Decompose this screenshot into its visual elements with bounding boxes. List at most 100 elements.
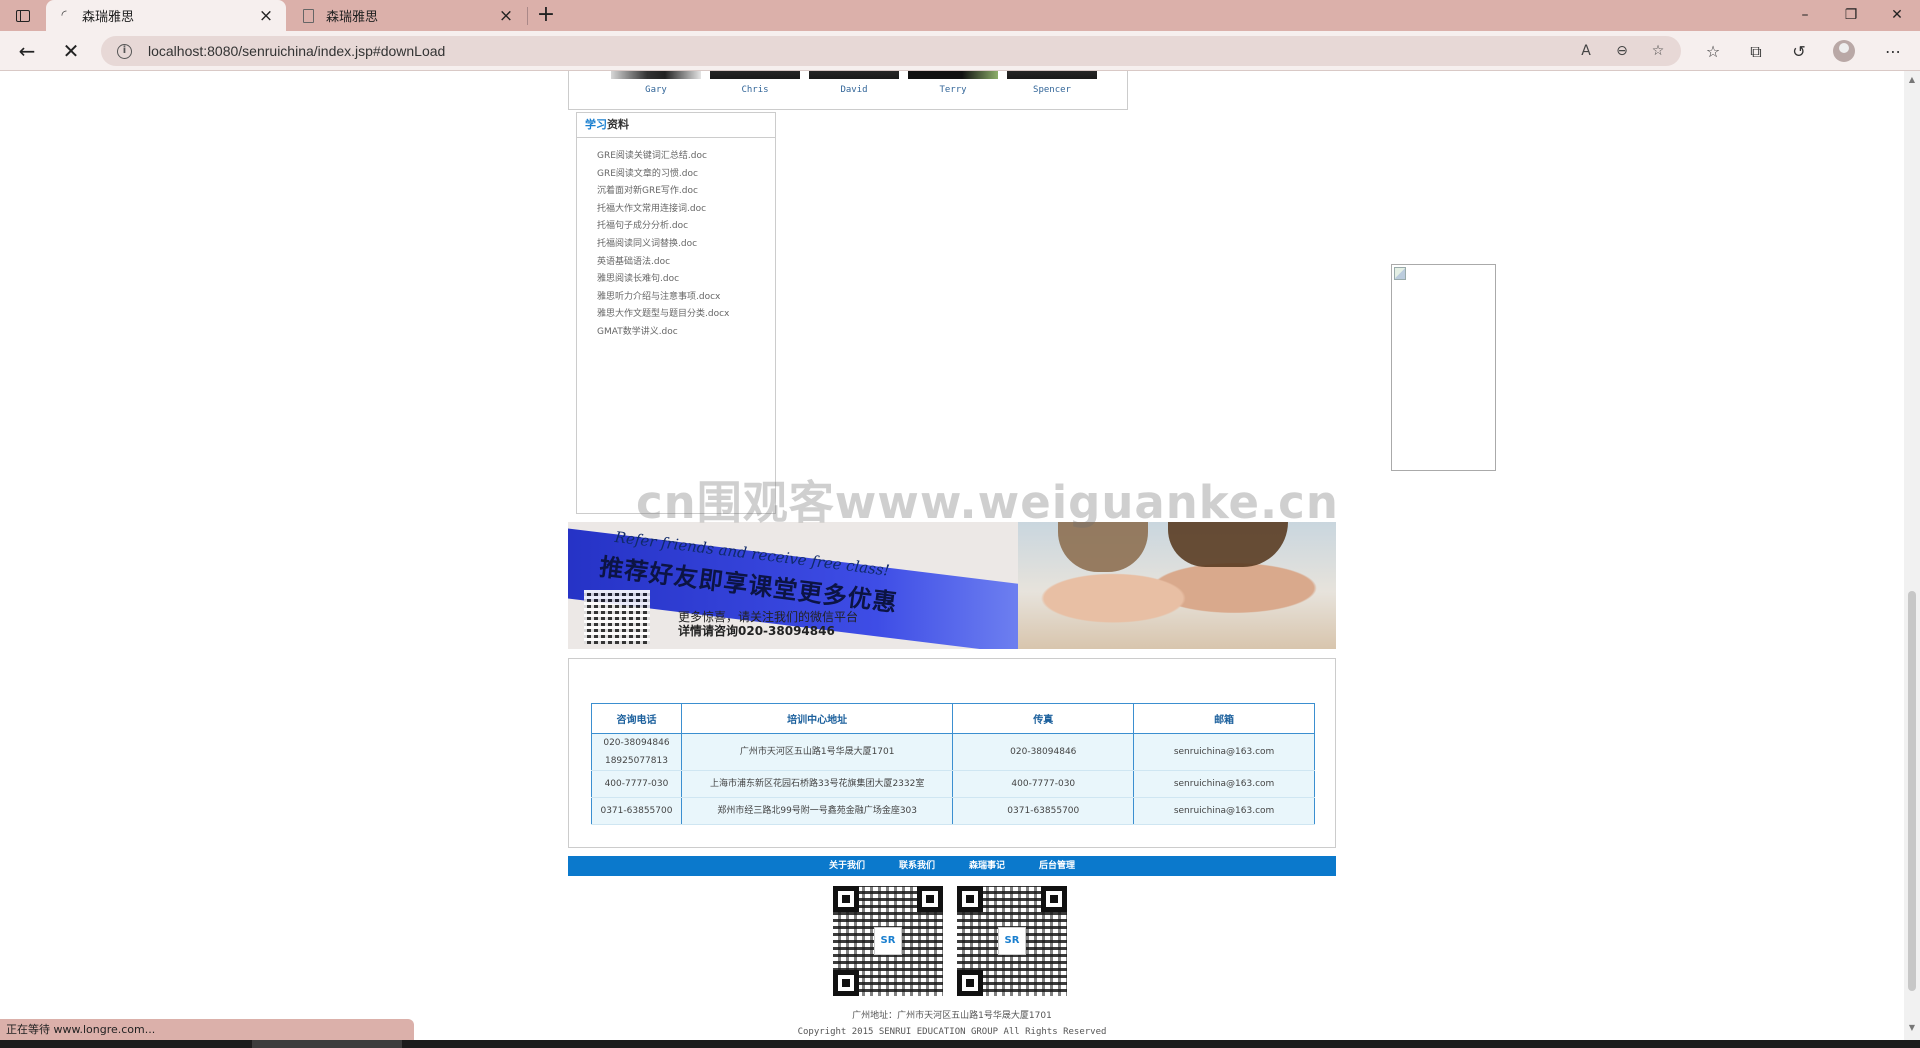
tab-inactive[interactable]: 森瑞雅思 × xyxy=(290,0,526,31)
teacher-name: Terry xyxy=(939,85,967,95)
collections-icon[interactable]: ⧉ xyxy=(1743,39,1769,65)
qr-logo: SR xyxy=(874,927,902,955)
teacher-card[interactable]: Spencer xyxy=(1007,71,1097,95)
table-row: 0371-63855700 郑州市经三路北99号附一号鑫苑金融广场金座303 0… xyxy=(591,797,1315,825)
study-file-link[interactable]: 雅思阅读长难句.doc xyxy=(597,271,775,289)
banner-photo xyxy=(1018,522,1336,649)
table-row: 020-38094846 18925077813 广州市天河区五山路1号华晟大厦… xyxy=(591,733,1315,771)
url-text[interactable]: localhost:8080/senruichina/index.jsp#dow… xyxy=(148,43,445,59)
column-header: 培训中心地址 xyxy=(680,703,954,734)
footer-address: 广州地址：广州市天河区五山路1号华晟大厦1701 xyxy=(852,1011,1052,1021)
teacher-card[interactable]: Gary xyxy=(611,71,701,95)
study-file-link[interactable]: 托福大作文常用连接词.doc xyxy=(597,201,775,219)
tab-active[interactable]: ◜ 森瑞雅思 × xyxy=(46,0,286,31)
study-file-link[interactable]: 雅思听力介绍与注意事项.docx xyxy=(597,289,775,307)
footer-nav: 关于我们 联系我们 森瑞事记 后台管理 xyxy=(568,856,1336,876)
contact-table: 咨询电话 培训中心地址 传真 邮箱 020-38094846 189250778… xyxy=(591,703,1315,825)
teacher-name: Spencer xyxy=(1033,85,1071,95)
tab-divider xyxy=(527,7,528,25)
add-favorite-icon[interactable]: ☆ xyxy=(1647,40,1669,62)
teacher-card[interactable]: David xyxy=(809,71,899,95)
settings-more-icon[interactable]: ⋯ xyxy=(1880,39,1906,65)
column-header: 传真 xyxy=(952,703,1135,734)
wechat-qr-code: SR xyxy=(833,886,943,996)
teacher-photo xyxy=(710,71,800,79)
close-window-button[interactable]: ✕ xyxy=(1874,0,1920,31)
tab-close-button[interactable]: × xyxy=(256,6,276,26)
zoom-out-icon[interactable]: ⊖ xyxy=(1611,40,1633,62)
study-materials-title: 学习资料 xyxy=(577,113,775,138)
back-button[interactable]: ← xyxy=(14,39,40,65)
referral-banner[interactable]: Refer friends and receive free class! 推荐… xyxy=(568,522,1336,649)
wechat-qr-code: SR xyxy=(957,886,1067,996)
footer-copyright: Copyright 2015 SENRUI EDUCATION GROUP Al… xyxy=(797,1027,1107,1037)
watermark-text: cn围观客www.weiguanke.cn xyxy=(636,476,1339,529)
table-cell: senruichina@163.com xyxy=(1133,770,1315,798)
teacher-photo xyxy=(908,71,998,79)
broken-image-placeholder xyxy=(1391,264,1496,471)
study-materials-panel: 学习资料 GRE阅读关键词汇总结.doc GRE阅读文章的习惯.doc 沉着面对… xyxy=(576,112,776,514)
address-toolbar: ← ✕ i localhost:8080/senruichina/index.j… xyxy=(0,31,1920,71)
address-bar[interactable]: i localhost:8080/senruichina/index.jsp#d… xyxy=(101,36,1681,66)
teacher-card[interactable]: Chris xyxy=(710,71,800,95)
column-header: 邮箱 xyxy=(1133,703,1315,734)
table-cell: senruichina@163.com xyxy=(1133,797,1315,825)
study-file-link[interactable]: 托福句子成分分析.doc xyxy=(597,218,775,236)
study-file-link[interactable]: 雅思大作文题型与题目分类.docx xyxy=(597,306,775,324)
study-file-link[interactable]: 托福阅读同义词替换.doc xyxy=(597,236,775,254)
table-cell: 上海市浦东新区花园石桥路33号花旗集团大厦2332室 xyxy=(680,770,954,798)
page-viewport: Gary Chris David Terry Spencer 学习资料 GRE阅… xyxy=(0,71,1904,1040)
contact-panel: 咨询电话 培训中心地址 传真 邮箱 020-38094846 189250778… xyxy=(568,658,1336,848)
teacher-photo xyxy=(809,71,899,79)
tab-strip: ◜ 森瑞雅思 × 森瑞雅思 × + – ❐ ✕ xyxy=(0,0,1920,31)
minimize-button[interactable]: – xyxy=(1782,0,1828,31)
site-info-icon[interactable]: i xyxy=(117,43,132,59)
loading-spinner-icon: ◜ xyxy=(61,8,67,23)
study-file-link[interactable]: 英语基础语法.doc xyxy=(597,254,775,272)
stop-loading-button[interactable]: ✕ xyxy=(58,39,84,65)
table-cell: 400-7777-030 xyxy=(591,770,682,798)
tab-title: 森瑞雅思 xyxy=(326,10,379,25)
tab-close-button[interactable]: × xyxy=(496,6,516,26)
status-bar: 正在等待 www.longre.com... xyxy=(0,1019,414,1040)
favorites-icon[interactable]: ☆ xyxy=(1700,39,1726,65)
taskbar xyxy=(0,1040,1920,1048)
study-file-link[interactable]: GMAT数学讲义.doc xyxy=(597,324,775,342)
footer-link-contact[interactable]: 联系我们 xyxy=(899,856,935,876)
study-file-link[interactable]: 沉着面对新GRE写作.doc xyxy=(597,183,775,201)
study-file-list: GRE阅读关键词汇总结.doc GRE阅读文章的习惯.doc 沉着面对新GRE写… xyxy=(577,138,775,342)
table-cell: 0371-63855700 xyxy=(952,797,1135,825)
footer-link-history[interactable]: 森瑞事记 xyxy=(969,856,1005,876)
table-cell: 020-38094846 18925077813 xyxy=(591,733,682,771)
teacher-name: David xyxy=(840,85,868,95)
table-cell: 020-38094846 xyxy=(952,733,1135,771)
teacher-strip: Gary Chris David Terry Spencer xyxy=(568,71,1128,110)
vertical-scrollbar[interactable]: ▲ ▼ xyxy=(1904,71,1920,1040)
scroll-down-icon[interactable]: ▼ xyxy=(1908,1023,1916,1032)
footer-link-about[interactable]: 关于我们 xyxy=(829,856,865,876)
teacher-card[interactable]: Terry xyxy=(908,71,998,95)
tab-actions-icon xyxy=(16,10,30,22)
teacher-name: Chris xyxy=(741,85,769,95)
restore-button[interactable]: ❐ xyxy=(1828,0,1874,31)
tab-title: 森瑞雅思 xyxy=(82,10,135,25)
table-cell: 广州市天河区五山路1号华晟大厦1701 xyxy=(680,733,954,771)
study-file-link[interactable]: GRE阅读文章的习惯.doc xyxy=(597,166,775,184)
page-icon xyxy=(300,8,316,24)
new-tab-button[interactable]: + xyxy=(533,3,559,29)
teacher-photo xyxy=(1007,71,1097,79)
banner-line-2: 详情请咨询020-38094846 xyxy=(678,624,835,638)
study-file-link[interactable]: GRE阅读关键词汇总结.doc xyxy=(597,148,775,166)
footer-link-admin[interactable]: 后台管理 xyxy=(1039,856,1075,876)
profile-avatar[interactable] xyxy=(1833,40,1855,62)
history-icon[interactable]: ↺ xyxy=(1786,39,1812,65)
read-aloud-icon[interactable]: A xyxy=(1575,40,1597,62)
scroll-up-icon[interactable]: ▲ xyxy=(1908,75,1916,84)
banner-qr-code xyxy=(584,590,650,644)
table-row: 400-7777-030 上海市浦东新区花园石桥路33号花旗集团大厦2332室 … xyxy=(591,770,1315,798)
tab-actions-button[interactable] xyxy=(12,7,34,25)
table-cell: senruichina@163.com xyxy=(1133,733,1315,771)
teacher-photo xyxy=(611,71,701,79)
scrollbar-thumb[interactable] xyxy=(1908,591,1916,991)
taskbar-active-app[interactable] xyxy=(252,1040,402,1048)
